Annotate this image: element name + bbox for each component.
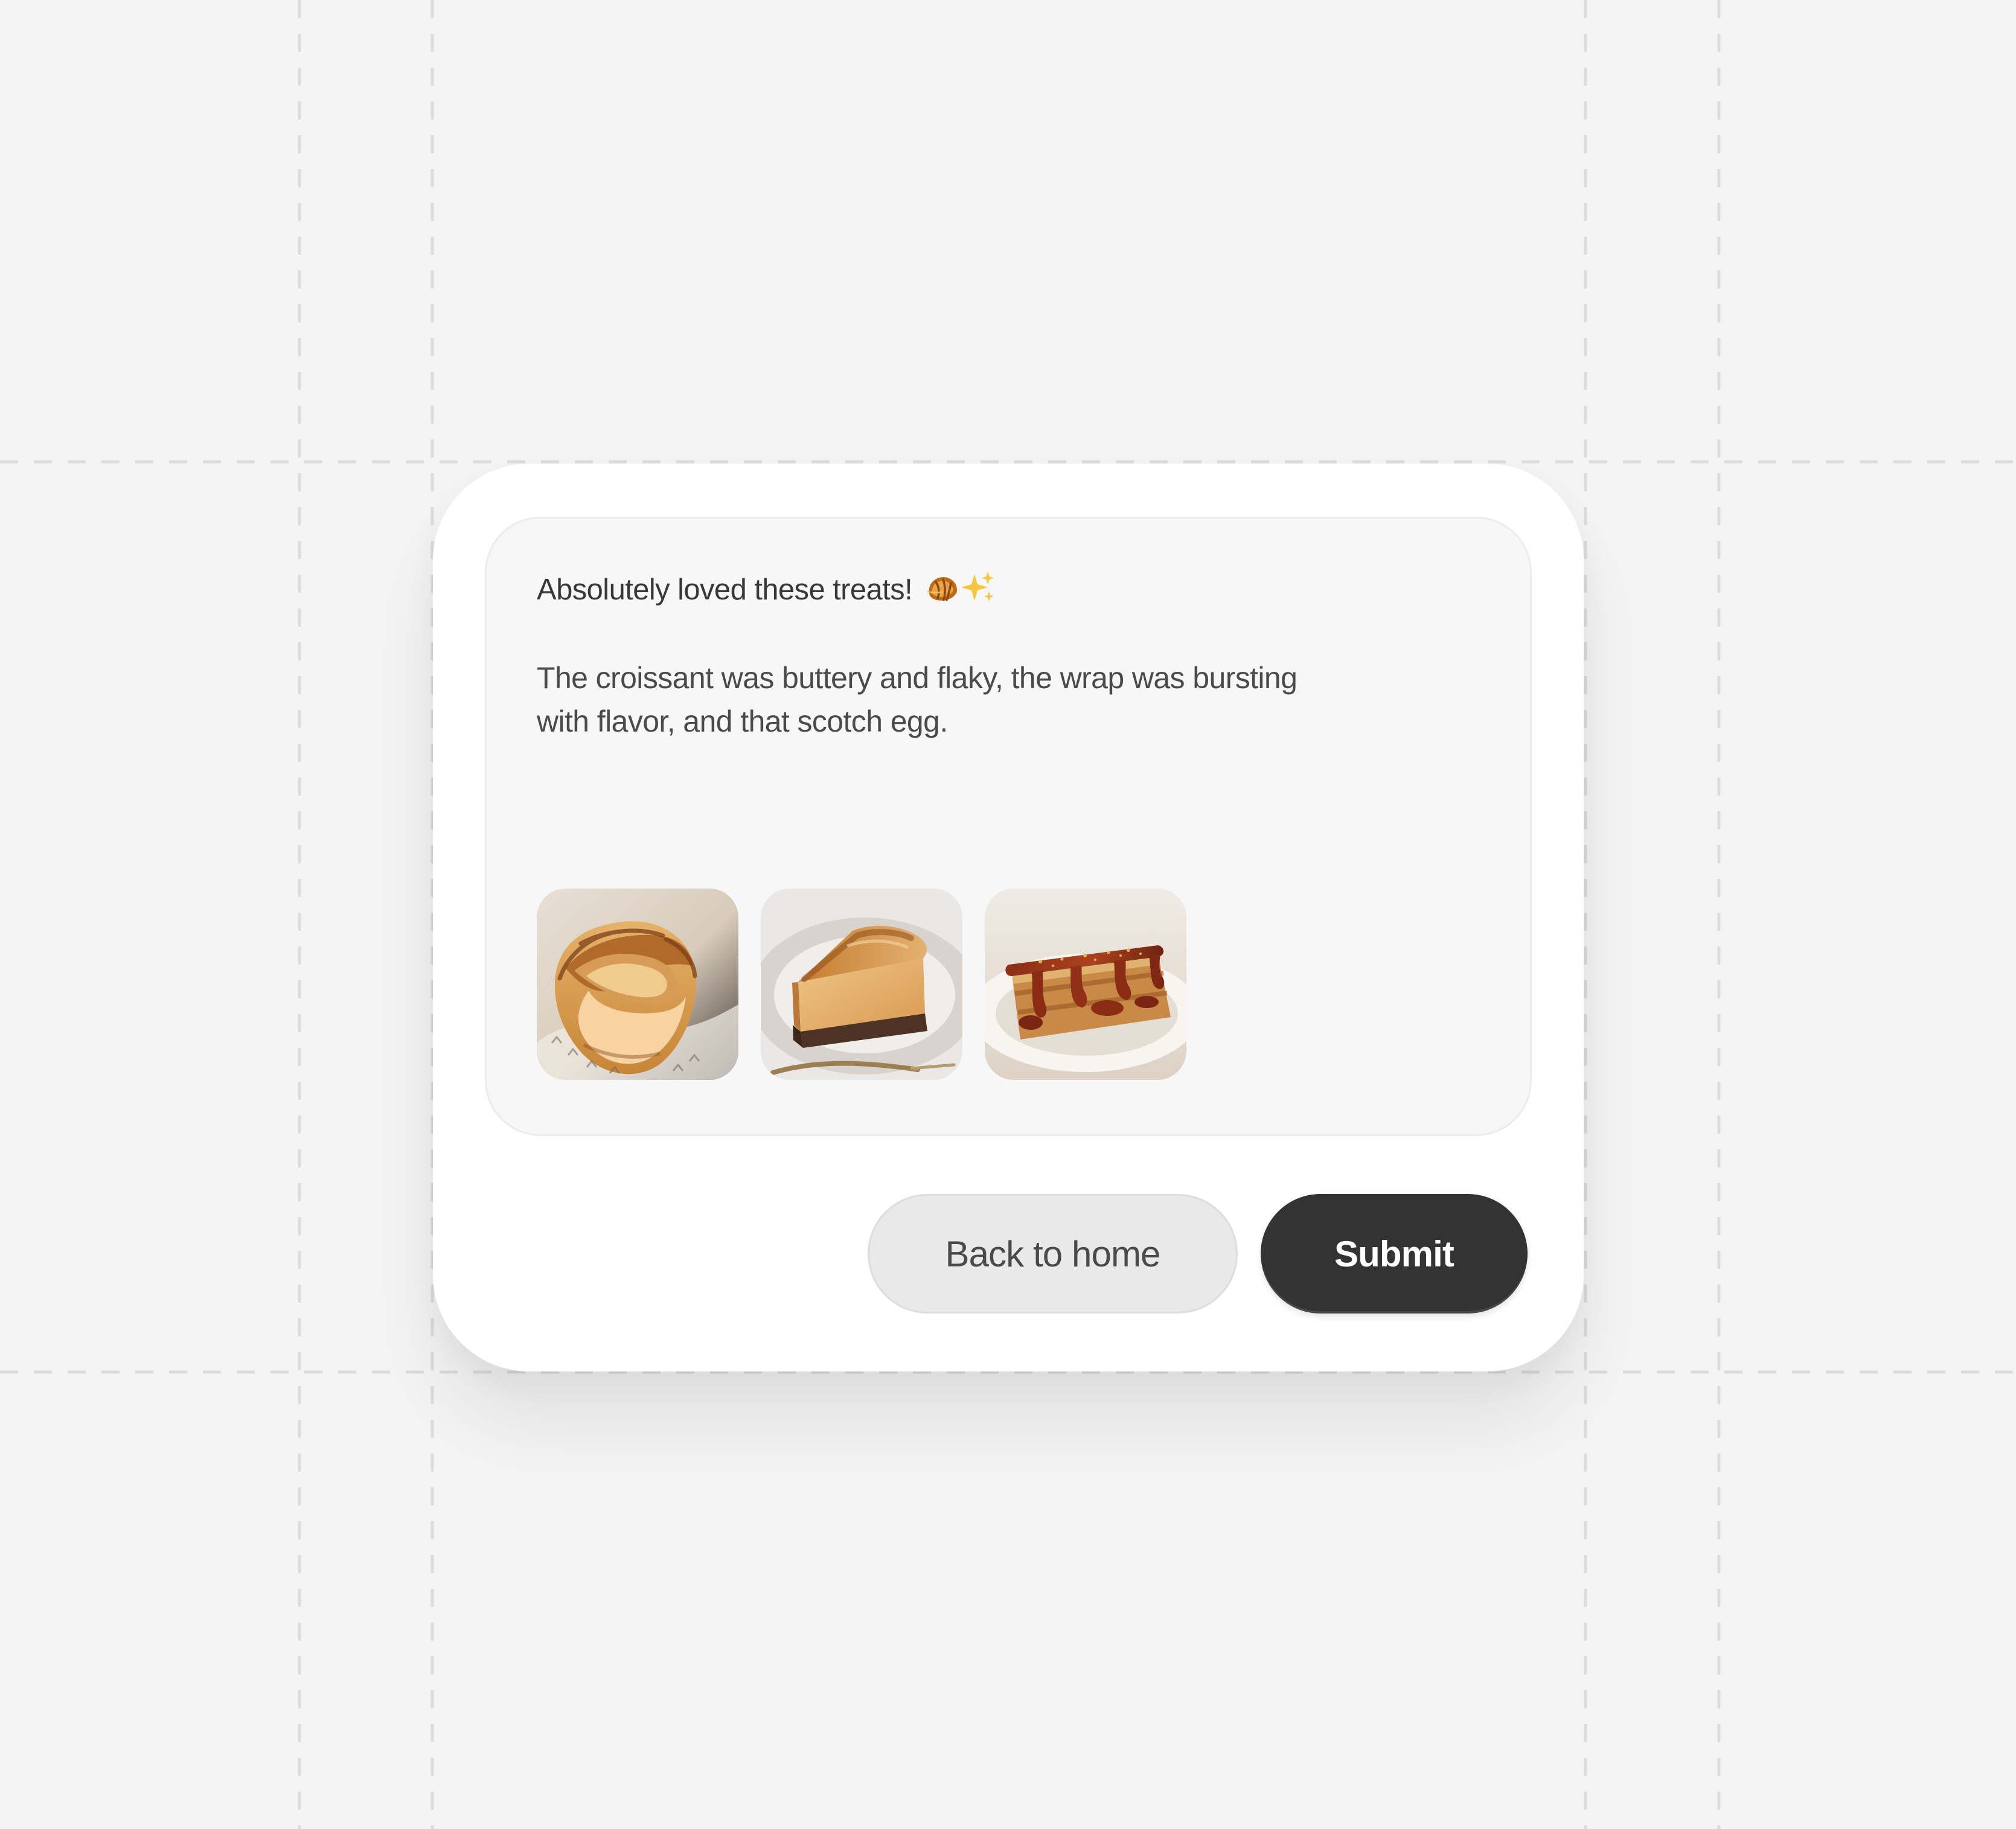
review-actions: Back to home Submit [868,1194,1528,1313]
review-title: Absolutely loved these treats! [537,570,996,616]
back-to-home-button[interactable]: Back to home [868,1194,1238,1313]
cheesecake-slice-image [761,889,962,1080]
review-card: Absolutely loved these treats! The crois… [433,464,1584,1371]
submit-button[interactable]: Submit [1261,1194,1528,1313]
custard-tart-photo[interactable] [537,889,738,1080]
cheesecake-slice-photo[interactable] [761,889,962,1080]
custard-tart-image [537,889,738,1080]
caramel-cake-image [985,889,1186,1080]
croissant-sparkles-icon [925,570,996,616]
review-title-text: Absolutely loved these treats! [537,573,913,606]
attached-photos [537,889,1186,1080]
review-message-box[interactable]: Absolutely loved these treats! The crois… [485,517,1532,1136]
review-body-text: The croissant was buttery and flaky, the… [537,661,1298,738]
caramel-cake-photo[interactable] [985,889,1186,1080]
